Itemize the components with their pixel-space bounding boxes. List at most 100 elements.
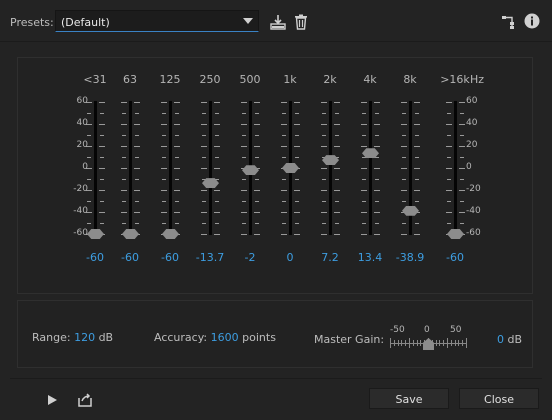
band-tick [201,168,207,169]
band-tick [402,113,406,114]
band-gain-value[interactable]: -2 [230,251,270,264]
band-tick [175,135,179,136]
db-scale-label: -20 [466,184,481,194]
master-gain-tick [393,340,395,346]
close-button[interactable]: Close [459,388,539,409]
band-slider-handle[interactable] [162,229,179,239]
master-gain-value[interactable]: 0 [497,333,504,346]
band-tick [121,168,127,169]
band-frequency-label: 125 [159,73,181,86]
band-tick [374,102,380,103]
band-gain-value[interactable]: -38.9 [390,251,430,264]
band-slider-handle[interactable] [87,229,104,239]
band-tick [162,223,166,224]
accuracy-setting: Accuracy: 1600 points [154,331,276,344]
band-tick [175,201,179,202]
band-tick [254,190,260,191]
band-slider-handle[interactable] [402,205,419,216]
band-tick [322,113,326,114]
accuracy-value[interactable]: 1600 [211,331,239,344]
band-slider-handle[interactable] [242,165,259,176]
band-tick [175,179,179,180]
play-icon[interactable] [43,391,61,409]
band-frequency-label: 1k [283,73,297,86]
band-tick [162,179,166,180]
db-scale-label: -60 [466,228,481,238]
band-tick [401,146,407,147]
band-tick [254,102,260,103]
band-tick [321,190,327,191]
band-slider-track[interactable] [129,101,132,235]
band-tick [87,157,91,158]
master-gain-tick [390,338,391,348]
band-tick [100,135,104,136]
band-tick [294,124,300,125]
band-tick [334,190,340,191]
export-icon[interactable] [76,391,94,409]
band-tick [294,102,300,103]
band-tick [401,124,407,125]
band-gain-value[interactable]: -60 [150,251,190,264]
band-tick [294,190,300,191]
save-preset-icon[interactable] [269,13,287,31]
band-tick [135,135,139,136]
band-tick [99,168,105,169]
band-gain-value[interactable]: 7.2 [310,251,350,264]
band-slider-track[interactable] [329,101,332,235]
band-tick [99,146,105,147]
info-icon[interactable] [523,12,541,30]
band-tick [401,168,407,169]
band-tick [254,146,260,147]
master-gain-tick [416,340,418,346]
band-tick [335,135,339,136]
band-tick [254,124,260,125]
band-slider-track[interactable] [454,101,457,235]
band-tick [254,234,260,235]
master-gain-tick [443,340,445,346]
presets-bar: Presets: (Default) [0,0,552,42]
save-button[interactable]: Save [369,388,449,409]
accuracy-label: Accuracy: [154,331,208,344]
master-gain-readout: 0 dB [497,333,522,346]
band-frequency-label: 250 [199,73,221,86]
presets-dropdown[interactable]: (Default) [55,10,259,32]
band-gain-value[interactable]: 0 [270,251,310,264]
eq-settings-bar: Range: 120 dB Accuracy: 1600 points Mast… [17,300,533,368]
band-slider-handle[interactable] [447,229,464,239]
band-tick [415,201,419,202]
band-tick [122,157,126,158]
band-tick [401,102,407,103]
db-scale-label: -40 [73,206,88,216]
band-tick [202,223,206,224]
band-tick [255,135,259,136]
band-slider-track[interactable] [209,101,212,235]
band-tick [99,190,105,191]
band-tick [100,179,104,180]
band-tick [100,223,104,224]
band-tick [335,201,339,202]
band-tick [201,146,207,147]
band-tick [282,223,286,224]
master-gain-scale-max: 50 [450,325,462,335]
band-tick [295,201,299,202]
band-slider-handle[interactable] [122,229,139,239]
band-tick [242,113,246,114]
band-slider-handle[interactable] [282,163,299,173]
band-tick [161,212,167,213]
band-tick [254,212,260,213]
delete-preset-icon[interactable] [292,13,310,31]
band-tick [241,146,247,147]
band-slider-track[interactable] [94,101,97,235]
routing-icon[interactable] [500,13,518,31]
band-gain-value[interactable]: -13.7 [190,251,230,264]
band-gain-value[interactable]: 13.4 [350,251,390,264]
band-gain-value[interactable]: -60 [75,251,115,264]
band-tick [402,135,406,136]
range-value[interactable]: 120 [74,331,95,344]
band-frequency-label: 63 [123,73,137,86]
band-slider-track[interactable] [369,101,372,235]
band-tick [460,113,464,114]
band-gain-value[interactable]: -60 [110,251,150,264]
band-gain-value[interactable]: -60 [435,251,475,264]
band-slider-track[interactable] [169,101,172,235]
